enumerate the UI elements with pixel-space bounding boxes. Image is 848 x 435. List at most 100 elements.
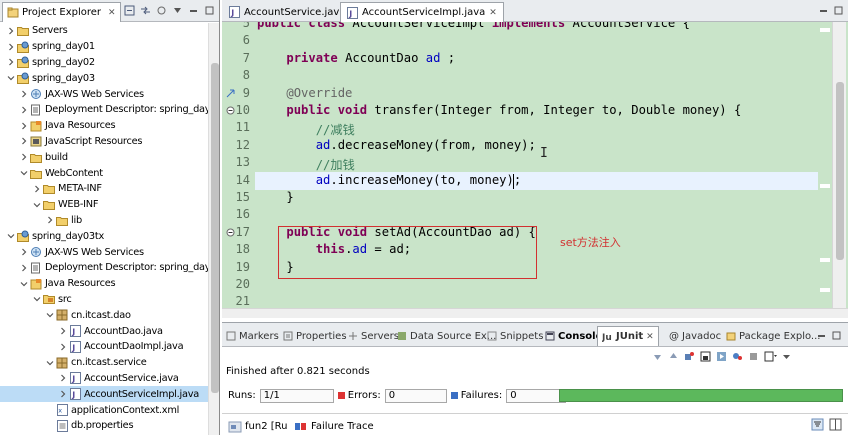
tree-item[interactable]: Servers <box>0 23 208 39</box>
chevron-right-icon[interactable] <box>19 121 28 130</box>
chevron-right-icon[interactable] <box>19 263 28 272</box>
tree-item[interactable]: WebContent <box>0 165 208 181</box>
collapse-icon[interactable] <box>226 228 235 237</box>
chevron-right-icon[interactable] <box>58 342 67 351</box>
editor-tab-accountserviceimpl[interactable]: J AccountServiceImpl.java ✕ <box>340 2 504 22</box>
tree-item-label: spring_day03tx <box>32 230 105 242</box>
editor-tab-accountservice[interactable]: J AccountService.java <box>222 2 352 22</box>
chevron-down-icon[interactable] <box>45 311 54 320</box>
project-tree-scrollbar[interactable] <box>208 23 219 435</box>
tree-item[interactable]: Java Resources <box>0 276 208 292</box>
chevron-right-icon[interactable] <box>58 390 67 399</box>
tab-properties[interactable]: Properties <box>283 326 347 346</box>
minimize-icon[interactable] <box>817 331 826 340</box>
chevron-down-icon[interactable] <box>6 232 15 241</box>
chevron-right-icon[interactable] <box>19 90 28 99</box>
line-number: 15 <box>235 190 250 204</box>
chevron-right-icon[interactable] <box>58 327 67 336</box>
rerun-test-icon[interactable] <box>716 351 727 362</box>
tree-item[interactable]: spring_day03tx <box>0 228 208 244</box>
filter-stack-icon[interactable] <box>811 418 824 431</box>
tree-item[interactable]: Deployment Descriptor: spring_day03 <box>0 102 208 118</box>
close-icon[interactable]: ✕ <box>108 8 116 18</box>
tree-item[interactable]: JavaScript Resources <box>0 134 208 150</box>
tree-item[interactable]: x applicationContext.xml <box>0 402 208 418</box>
chevron-down-icon[interactable] <box>32 200 41 209</box>
close-icon[interactable]: ✕ <box>646 332 654 342</box>
tree-item[interactable]: cn.itcast.dao <box>0 307 208 323</box>
previous-failure-icon[interactable] <box>668 351 679 362</box>
chevron-down-icon[interactable] <box>19 169 28 178</box>
tree-item[interactable]: spring_day01 <box>0 39 208 55</box>
test-run-history-icon[interactable] <box>764 351 777 362</box>
scrollbar-thumb[interactable] <box>836 82 844 260</box>
tab-javadoc[interactable]: @ Javadoc <box>669 326 721 346</box>
scrollbar-thumb[interactable] <box>211 63 219 393</box>
tab-junit[interactable]: Ju JUnit ✕ <box>597 326 659 346</box>
next-failure-icon[interactable] <box>652 351 663 362</box>
tree-item[interactable]: cn.itcast.service <box>0 355 208 371</box>
tree-item[interactable]: Deployment Descriptor: spring_day03 <box>0 260 208 276</box>
chevron-right-icon[interactable] <box>58 374 67 383</box>
chevron-down-icon[interactable] <box>19 279 28 288</box>
project-explorer-tab[interactable]: Project Explorer ✕ <box>2 2 121 22</box>
override-marker-icon[interactable] <box>226 89 235 98</box>
chevron-right-icon[interactable] <box>19 248 28 257</box>
tree-item[interactable]: J AccountDao.java <box>0 323 208 339</box>
tab-servers[interactable]: Servers <box>348 326 399 346</box>
collapse-icon[interactable] <box>226 106 235 115</box>
editor-horizontal-scrollbar[interactable] <box>222 308 848 318</box>
tree-item[interactable]: Java Resources <box>0 118 208 134</box>
link-with-editor-icon[interactable] <box>139 4 151 16</box>
maximize-icon[interactable] <box>203 4 215 16</box>
chevron-right-icon[interactable] <box>19 153 28 162</box>
code-area[interactable]: 5 public class AccountServiceImpl impleme… <box>222 22 848 308</box>
tree-item[interactable]: META-INF <box>0 181 208 197</box>
tab-package-explorer[interactable]: Package Explo... <box>726 326 820 346</box>
chevron-down-icon[interactable] <box>32 295 41 304</box>
tree-item[interactable]: lib <box>0 213 208 229</box>
chevron-right-icon[interactable] <box>6 58 15 67</box>
tree-item[interactable]: spring_day03 <box>0 70 208 86</box>
collapse-all-icon[interactable] <box>123 4 135 16</box>
tree-item[interactable]: J AccountService.java <box>0 371 208 387</box>
tree-item[interactable]: build <box>0 149 208 165</box>
view-menu-icon[interactable] <box>171 4 183 16</box>
chevron-down-icon[interactable] <box>6 74 15 83</box>
chevron-right-icon[interactable] <box>19 105 28 114</box>
tab-console[interactable]: Console <box>545 326 602 346</box>
close-icon[interactable]: ✕ <box>489 8 497 18</box>
chevron-right-icon[interactable] <box>6 26 15 35</box>
scroll-lock-icon[interactable] <box>700 351 711 362</box>
tree-item[interactable]: J AccountDaoImpl.java <box>0 339 208 355</box>
tree-item[interactable]: JAX-WS Web Services <box>0 244 208 260</box>
show-failures-only-icon[interactable] <box>684 351 695 362</box>
tab-markers[interactable]: Markers <box>226 326 279 346</box>
minimize-icon[interactable] <box>819 6 828 15</box>
maximize-icon[interactable] <box>832 331 841 340</box>
chevron-right-icon[interactable] <box>19 137 28 146</box>
tree-item[interactable]: JAX-WS Web Services <box>0 86 208 102</box>
test-tree-item[interactable]: fun2 [Ru <box>228 417 287 435</box>
tree-item[interactable]: db.properties <box>0 418 208 434</box>
tree-item[interactable]: WEB-INF <box>0 197 208 213</box>
chevron-right-icon[interactable] <box>45 216 54 225</box>
stop-icon[interactable] <box>748 351 759 362</box>
maximize-icon[interactable] <box>834 6 843 15</box>
focus-icon[interactable] <box>155 4 167 16</box>
chevron-right-icon[interactable] <box>32 184 41 193</box>
compare-icon[interactable] <box>829 418 842 431</box>
tree-item[interactable]: J AccountServiceImpl.java <box>0 386 208 403</box>
minimize-icon[interactable] <box>187 4 199 16</box>
rerun-failed-first-icon[interactable] <box>732 351 743 362</box>
editor-vertical-scrollbar[interactable] <box>832 22 846 308</box>
chevron-down-icon[interactable] <box>45 358 54 367</box>
tree-item[interactable]: src <box>0 292 208 308</box>
tab-snippets[interactable]: Snippets <box>487 326 543 346</box>
view-menu-icon[interactable] <box>782 351 791 362</box>
tab-data-source-explorer[interactable]: Data Source Ex... <box>397 326 496 346</box>
tree-item[interactable]: spring_day02 <box>0 55 208 71</box>
chevron-right-icon[interactable] <box>6 42 15 51</box>
